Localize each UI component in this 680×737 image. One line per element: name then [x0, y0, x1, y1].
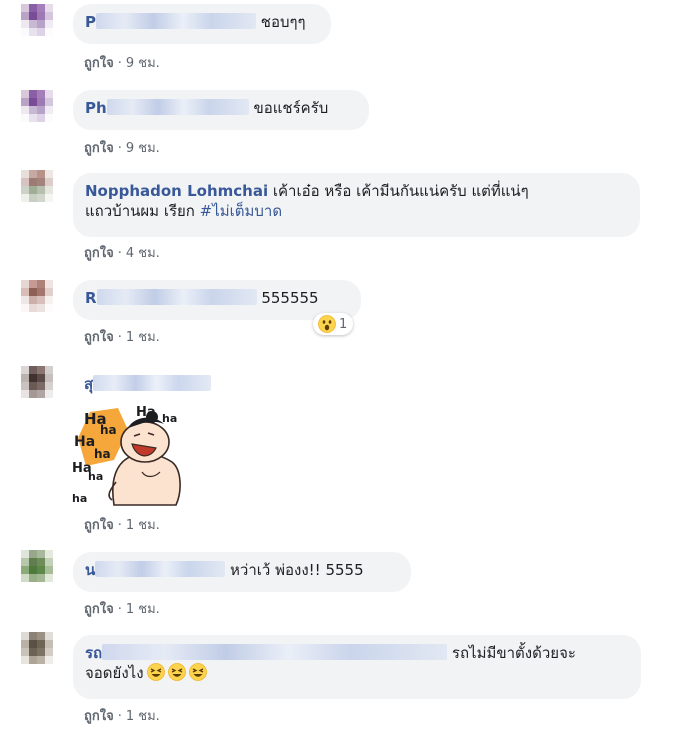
sticker-text: ha [100, 423, 117, 437]
timestamp[interactable]: 1 ชม. [126, 330, 160, 345]
laughing-man-sticker: Ha ha Ha ha Ha ha ha Ha ha [72, 405, 181, 506]
timestamp[interactable]: 4 ชม. [126, 246, 160, 261]
comment-actions: ถูกใจ · 9 ชม. [84, 137, 160, 158]
commenter-name[interactable]: น [85, 561, 95, 579]
comment-bubble: น หว่าเว้ พ่องง!! 5555 [73, 552, 411, 592]
avatar[interactable] [21, 90, 53, 122]
comment-text: จอดยังไง [85, 664, 144, 682]
redacted-name [106, 99, 249, 115]
comment-text: ชอบๆๆ [260, 13, 306, 31]
sticker-text: Ha [136, 405, 156, 420]
avatar[interactable] [21, 366, 53, 398]
timestamp[interactable]: 9 ชม. [126, 141, 160, 156]
reaction-count-label: 1 [339, 316, 348, 332]
sticker-text: ha [94, 447, 111, 461]
commenter-name[interactable]: Nopphadon Lohmchai [85, 182, 268, 200]
like-link[interactable]: ถูกใจ [84, 246, 114, 261]
laughing-emoji-icon [146, 663, 165, 681]
like-link[interactable]: ถูกใจ [84, 141, 114, 156]
avatar[interactable] [21, 170, 53, 202]
comment-actions: ถูกใจ · 1 ชม. [84, 705, 160, 726]
comment-text: เค้าเอ๋อ หรือ เค้ามีนกันแน่ครับ แต่ที่แน… [272, 182, 529, 200]
wow-reaction-icon [318, 315, 336, 333]
separator: · [117, 330, 122, 345]
comment-bubble: รถ รถไม่มีขาตั้งด้วยจะ จอดยังไง [73, 635, 641, 699]
comment-actions: ถูกใจ · 9 ชม. [84, 52, 160, 73]
redacted-name [95, 561, 226, 577]
comment-actions: ถูกใจ · 1 ชม. [84, 598, 160, 619]
separator: · [117, 518, 122, 533]
avatar[interactable] [21, 632, 53, 664]
comment-bubble: P ชอบๆๆ [73, 4, 331, 44]
like-link[interactable]: ถูกใจ [84, 518, 114, 533]
comment-text: หว่าเว้ พ่องง!! 5555 [230, 561, 364, 579]
separator: · [117, 141, 122, 156]
redacted-name [102, 644, 448, 660]
comment-text: 555555 [261, 289, 319, 307]
commenter-name-row: สุ [84, 374, 212, 394]
comment-actions: ถูกใจ · 1 ชม. [84, 326, 160, 347]
timestamp[interactable]: 1 ชม. [126, 602, 160, 617]
commenter-name[interactable]: Ph [85, 99, 107, 117]
comment-text: รถไม่มีขาตั้งด้วยจะ [451, 644, 576, 662]
separator: · [117, 246, 122, 261]
commenter-name[interactable]: รถ [85, 644, 102, 662]
comment-actions: ถูกใจ · 1 ชม. [84, 514, 160, 535]
laughing-emoji-icon [188, 663, 207, 681]
separator: · [117, 602, 122, 617]
avatar[interactable] [21, 4, 53, 36]
comment-bubble: Ph ขอแชร์ครับ [73, 90, 369, 130]
comment-actions: ถูกใจ · 4 ชม. [84, 242, 160, 263]
timestamp[interactable]: 1 ชม. [126, 709, 160, 724]
commenter-name[interactable]: R [85, 289, 97, 307]
avatar[interactable] [21, 280, 53, 312]
like-link[interactable]: ถูกใจ [84, 709, 114, 724]
timestamp[interactable]: 9 ชม. [126, 56, 160, 71]
sticker-text: ha [88, 470, 103, 483]
comment-text: ขอแชร์ครับ [253, 99, 329, 117]
sticker-text: ha [72, 492, 87, 505]
redacted-name [93, 375, 212, 391]
commenter-name[interactable]: สุ [84, 375, 93, 393]
like-link[interactable]: ถูกใจ [84, 330, 114, 345]
hashtag-link[interactable]: #ไม่เต็มบาด [200, 202, 282, 220]
laughing-emoji-icon [167, 663, 186, 681]
separator: · [117, 56, 122, 71]
like-link[interactable]: ถูกใจ [84, 56, 114, 71]
reaction-count[interactable]: 1 [313, 313, 354, 335]
redacted-name [96, 13, 256, 29]
comment-text: แถวบ้านผม เรียก [85, 202, 195, 220]
separator: · [117, 709, 122, 724]
avatar[interactable] [21, 550, 53, 582]
redacted-name [96, 289, 257, 305]
like-link[interactable]: ถูกใจ [84, 602, 114, 617]
comment-bubble: Nopphadon Lohmchai เค้าเอ๋อ หรือ เค้ามีน… [73, 173, 640, 237]
commenter-name[interactable]: P [85, 13, 96, 31]
sticker-text: ha [162, 412, 177, 425]
sticker-text: Ha [74, 434, 95, 450]
timestamp[interactable]: 1 ชม. [126, 518, 160, 533]
